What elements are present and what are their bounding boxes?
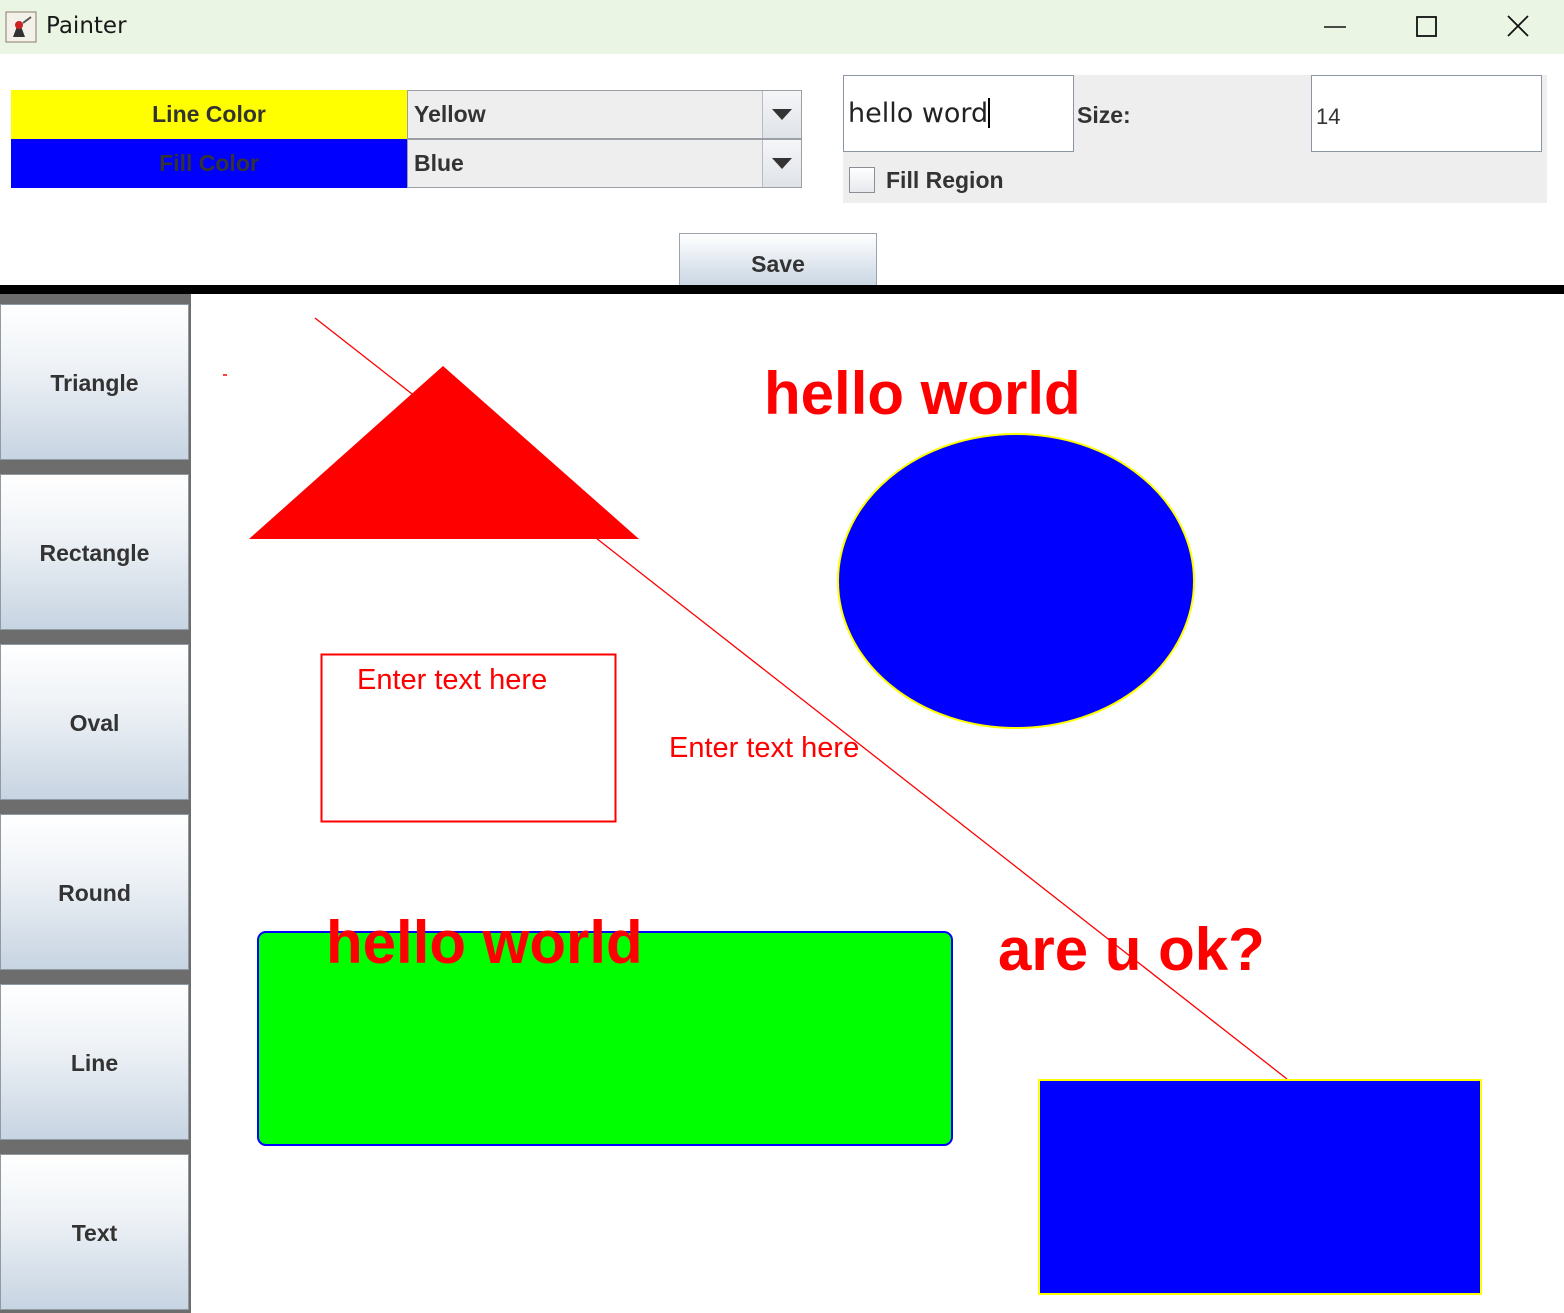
blue-oval — [837, 433, 1195, 729]
close-icon — [1507, 15, 1529, 37]
enter-text-box-label: Enter text here — [357, 664, 547, 696]
size-value: 14 — [1316, 104, 1341, 129]
fill-region-checkbox[interactable] — [849, 167, 875, 193]
hello-world-text-bottom: hello world — [326, 909, 643, 976]
round-tool-button[interactable]: Round — [0, 814, 189, 970]
window-title: Painter — [46, 13, 127, 39]
maximize-button[interactable] — [1403, 8, 1449, 46]
title-bar: Painter — [0, 0, 1564, 54]
line-tool-button[interactable]: Line — [0, 984, 189, 1140]
fill-color-label: Fill Color — [11, 139, 407, 188]
text-input[interactable]: hello word — [843, 75, 1074, 152]
minimize-button[interactable] — [1312, 8, 1358, 46]
text-input-value: hello word — [848, 98, 989, 129]
chevron-down-icon[interactable] — [762, 91, 801, 138]
java-duke-icon — [5, 11, 37, 43]
fill-color-select[interactable]: Blue — [407, 139, 802, 188]
chevron-down-icon[interactable] — [762, 140, 801, 187]
size-input[interactable]: 14 — [1311, 75, 1542, 152]
save-button[interactable]: Save — [679, 233, 877, 287]
text-tool-button[interactable]: Text — [0, 1154, 189, 1310]
hello-world-text-top: hello world — [764, 360, 1081, 427]
line-color-select[interactable]: Yellow — [407, 90, 802, 139]
blue-rectangle — [1038, 1079, 1482, 1295]
fill-region-label[interactable]: Fill Region — [886, 167, 1004, 194]
text-caret — [988, 98, 991, 128]
drawing-canvas[interactable]: hello world Enter text here Enter text h… — [191, 294, 1564, 1313]
close-button[interactable] — [1495, 8, 1541, 46]
fill-color-value: Blue — [414, 150, 464, 176]
rectangle-tool-button[interactable]: Rectangle — [0, 474, 189, 630]
line-color-label: Line Color — [11, 90, 407, 139]
triangle-tool-button[interactable]: Triangle — [0, 304, 189, 460]
red-triangle — [249, 366, 639, 539]
are-u-ok-text: are u ok? — [998, 916, 1265, 983]
tool-panel: Triangle Rectangle Oval Round Line Text — [0, 294, 191, 1313]
divider — [0, 285, 1564, 294]
enter-text-free-label: Enter text here — [669, 732, 859, 764]
line-color-value: Yellow — [414, 101, 486, 127]
size-label: Size: — [1077, 102, 1131, 128]
maximize-icon — [1416, 16, 1437, 37]
oval-tool-button[interactable]: Oval — [0, 644, 189, 800]
